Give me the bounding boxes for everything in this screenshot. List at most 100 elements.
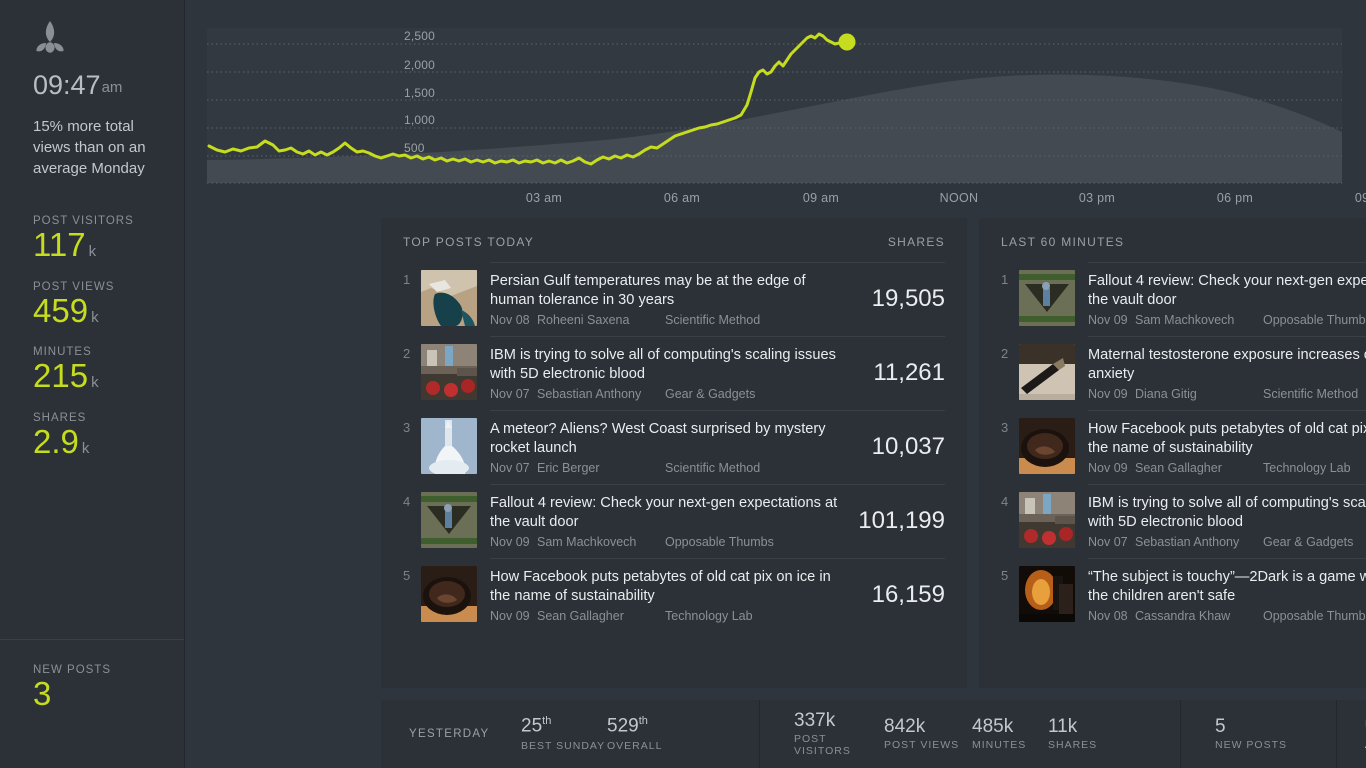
top-posts-header: TOP POSTS TODAY SHARES (381, 218, 967, 262)
post-title[interactable]: IBM is trying to solve all of computing'… (490, 346, 853, 384)
post-author: Cassandra Khaw (1135, 609, 1231, 623)
list-item[interactable]: 1 Fallout 4 review: Check your next-gen … (979, 262, 1366, 336)
rank: 3 (1001, 420, 1009, 435)
post-meta: Nov 07 Sebastian Anthony Gear & Gadgets (1088, 535, 1366, 549)
stat-unit: k (81, 439, 90, 457)
post-title[interactable]: IBM is trying to solve all of computing'… (1088, 494, 1366, 532)
total-label: POST VIEWS (884, 739, 960, 752)
post-title[interactable]: Maternal testosterone exposure increases… (1088, 346, 1366, 384)
list-item[interactable]: 5 “The subject is touchy”—2Dark is a gam… (979, 558, 1366, 632)
list-item[interactable]: 4 IBM is trying to solve all of computin… (979, 484, 1366, 558)
post-shares: 10,037 (853, 410, 945, 484)
stat-number: 215 (33, 357, 89, 395)
dashboard-root: 09:47am 15% more total views than on an … (0, 0, 1366, 768)
stat-value: 459 k (33, 293, 184, 329)
top-posts-panel: TOP POSTS TODAY SHARES 1 Persian Gulf te… (381, 218, 967, 688)
post-author: Roheeni Saxena (537, 313, 630, 327)
list-item[interactable]: 2 IBM is trying to solve all of computin… (381, 336, 967, 410)
total-value: 337k (794, 709, 836, 731)
post-meta: Nov 07 Sebastian Anthony Gear & Gadgets (490, 387, 853, 401)
chart-canvas (207, 28, 1342, 184)
post-category: Gear & Gadgets (1263, 535, 1354, 549)
chart-ytick-2500: 2,500 (404, 29, 436, 43)
sidebar: 09:47am 15% more total views than on an … (0, 0, 185, 768)
post-body: Fallout 4 review: Check your next-gen ex… (490, 484, 847, 558)
rank-suffix: th (638, 715, 648, 728)
post-date: Nov 07 (490, 387, 530, 401)
list-item[interactable]: 3 A meteor? Aliens? West Coast surprised… (381, 410, 967, 484)
post-author: Diana Gitig (1135, 387, 1197, 401)
total-label: SHARES (1048, 739, 1098, 752)
total-value: 485k (972, 715, 1014, 737)
list-item[interactable]: 1 Persian Gulf temperatures may be at th… (381, 262, 967, 336)
footer-summary-bar: YESTERDAY 25th BEST SUNDAY 529th OVERALL… (381, 700, 1366, 768)
fallout-vault-thumb (421, 492, 477, 548)
post-body: Fallout 4 review: Check your next-gen ex… (1088, 262, 1366, 336)
post-meta: Nov 09 Sean Gallagher Technology Lab (490, 609, 853, 623)
post-title[interactable]: How Facebook puts petabytes of old cat p… (490, 568, 853, 606)
footer-yesterday-group: YESTERDAY 25th BEST SUNDAY 529th OVERALL (381, 700, 759, 768)
chart-xtick-06pm: 06 pm (1216, 191, 1254, 205)
post-title[interactable]: How Facebook puts petabytes of old cat p… (1088, 420, 1366, 458)
stat-value: 215 k (33, 357, 184, 395)
rank-value: 529th (607, 715, 697, 737)
list-item[interactable]: 5 How Facebook puts petabytes of old cat… (381, 558, 967, 632)
post-shares: 16,159 (853, 558, 945, 632)
list-item[interactable]: 4 Fallout 4 review: Check your next-gen … (381, 484, 967, 558)
post-body: Persian Gulf temperatures may be at the … (490, 262, 853, 336)
panel-title: LAST 60 MINUTES (1001, 235, 1125, 249)
post-shares: 19,505 (853, 262, 945, 336)
list-item[interactable]: 2 Maternal testosterone exposure increas… (979, 336, 1366, 410)
panels-row: TOP POSTS TODAY SHARES 1 Persian Gulf te… (185, 218, 1366, 688)
post-body: Maternal testosterone exposure increases… (1088, 336, 1366, 410)
sidebar-header: 09:47am 15% more total views than on an … (0, 0, 184, 179)
post-meta: Nov 08 Cassandra Khaw Opposable Thumbs (1088, 609, 1366, 623)
last-60-header: LAST 60 MINUTES SHARES (979, 218, 1366, 262)
stat-number: 2.9 (33, 422, 79, 460)
chart-ytick-2000: 2,000 (404, 58, 436, 72)
post-author: Sean Gallagher (537, 609, 624, 623)
post-date: Nov 07 (1088, 535, 1128, 549)
footer-total-post-views: 842k POST VIEWS (884, 715, 972, 752)
chart-xtick-noon: NOON (939, 191, 979, 205)
post-meta: Nov 09 Sam Machkovech Opposable Thumbs (1088, 313, 1366, 327)
post-date: Nov 09 (490, 535, 530, 549)
clock-time: 09:47 (33, 70, 101, 100)
cat-bowl-thumb (421, 566, 477, 622)
clock: 09:47am (33, 72, 184, 99)
chart-xtick-06am: 06 am (663, 191, 701, 205)
rank: 3 (403, 420, 411, 435)
post-date: Nov 09 (1088, 313, 1128, 327)
post-title[interactable]: Persian Gulf temperatures may be at the … (490, 272, 853, 310)
post-title[interactable]: Fallout 4 review: Check your next-gen ex… (490, 494, 846, 532)
fallout-vault-thumb (1019, 270, 1075, 326)
lab-equipment-thumb (421, 344, 477, 400)
post-category: Gear & Gadgets (665, 387, 756, 401)
traffic-chart: 2,500 2,000 1,500 1,000 500 03 am 06 am … (185, 0, 1366, 218)
rank: 1 (1001, 272, 1009, 287)
chart-ytick-1500: 1,500 (404, 86, 436, 100)
post-title[interactable]: A meteor? Aliens? West Coast surprised b… (490, 420, 853, 458)
post-meta: Nov 07 Eric Berger Scientific Method (490, 461, 853, 475)
footer-total-minutes: 485k MINUTES (972, 715, 1048, 751)
footer-totals-group: 337k POST VISITORS 842k POST VIEWS 485k … (760, 700, 1180, 768)
rank: 1 (403, 272, 411, 287)
rank: 4 (1001, 494, 1009, 509)
post-date: Nov 08 (490, 313, 530, 327)
post-body: How Facebook puts petabytes of old cat p… (1088, 410, 1366, 484)
chart-now-marker (838, 33, 856, 51)
list-item[interactable]: 3 How Facebook puts petabytes of old cat… (979, 410, 1366, 484)
new-posts-label: NEW POSTS (33, 664, 112, 676)
chart-xtick-09pm: 09 pm (1354, 191, 1366, 205)
footer-rank-best-sunday: 25th BEST SUNDAY (521, 716, 607, 752)
new-posts-value: 5 (1215, 715, 1226, 737)
stat-unit: k (91, 308, 99, 326)
post-author: Sebastian Anthony (537, 387, 642, 401)
post-author: Sam Machkovech (537, 535, 637, 549)
new-posts-label: NEW POSTS (1215, 739, 1288, 752)
post-title[interactable]: Fallout 4 review: Check your next-gen ex… (1088, 272, 1366, 310)
post-title[interactable]: “The subject is touchy”—2Dark is a game … (1088, 568, 1366, 606)
total-value: 842k (884, 715, 926, 737)
stat-number: 117 (33, 226, 86, 263)
chart-xtick-09am: 09 am (802, 191, 840, 205)
